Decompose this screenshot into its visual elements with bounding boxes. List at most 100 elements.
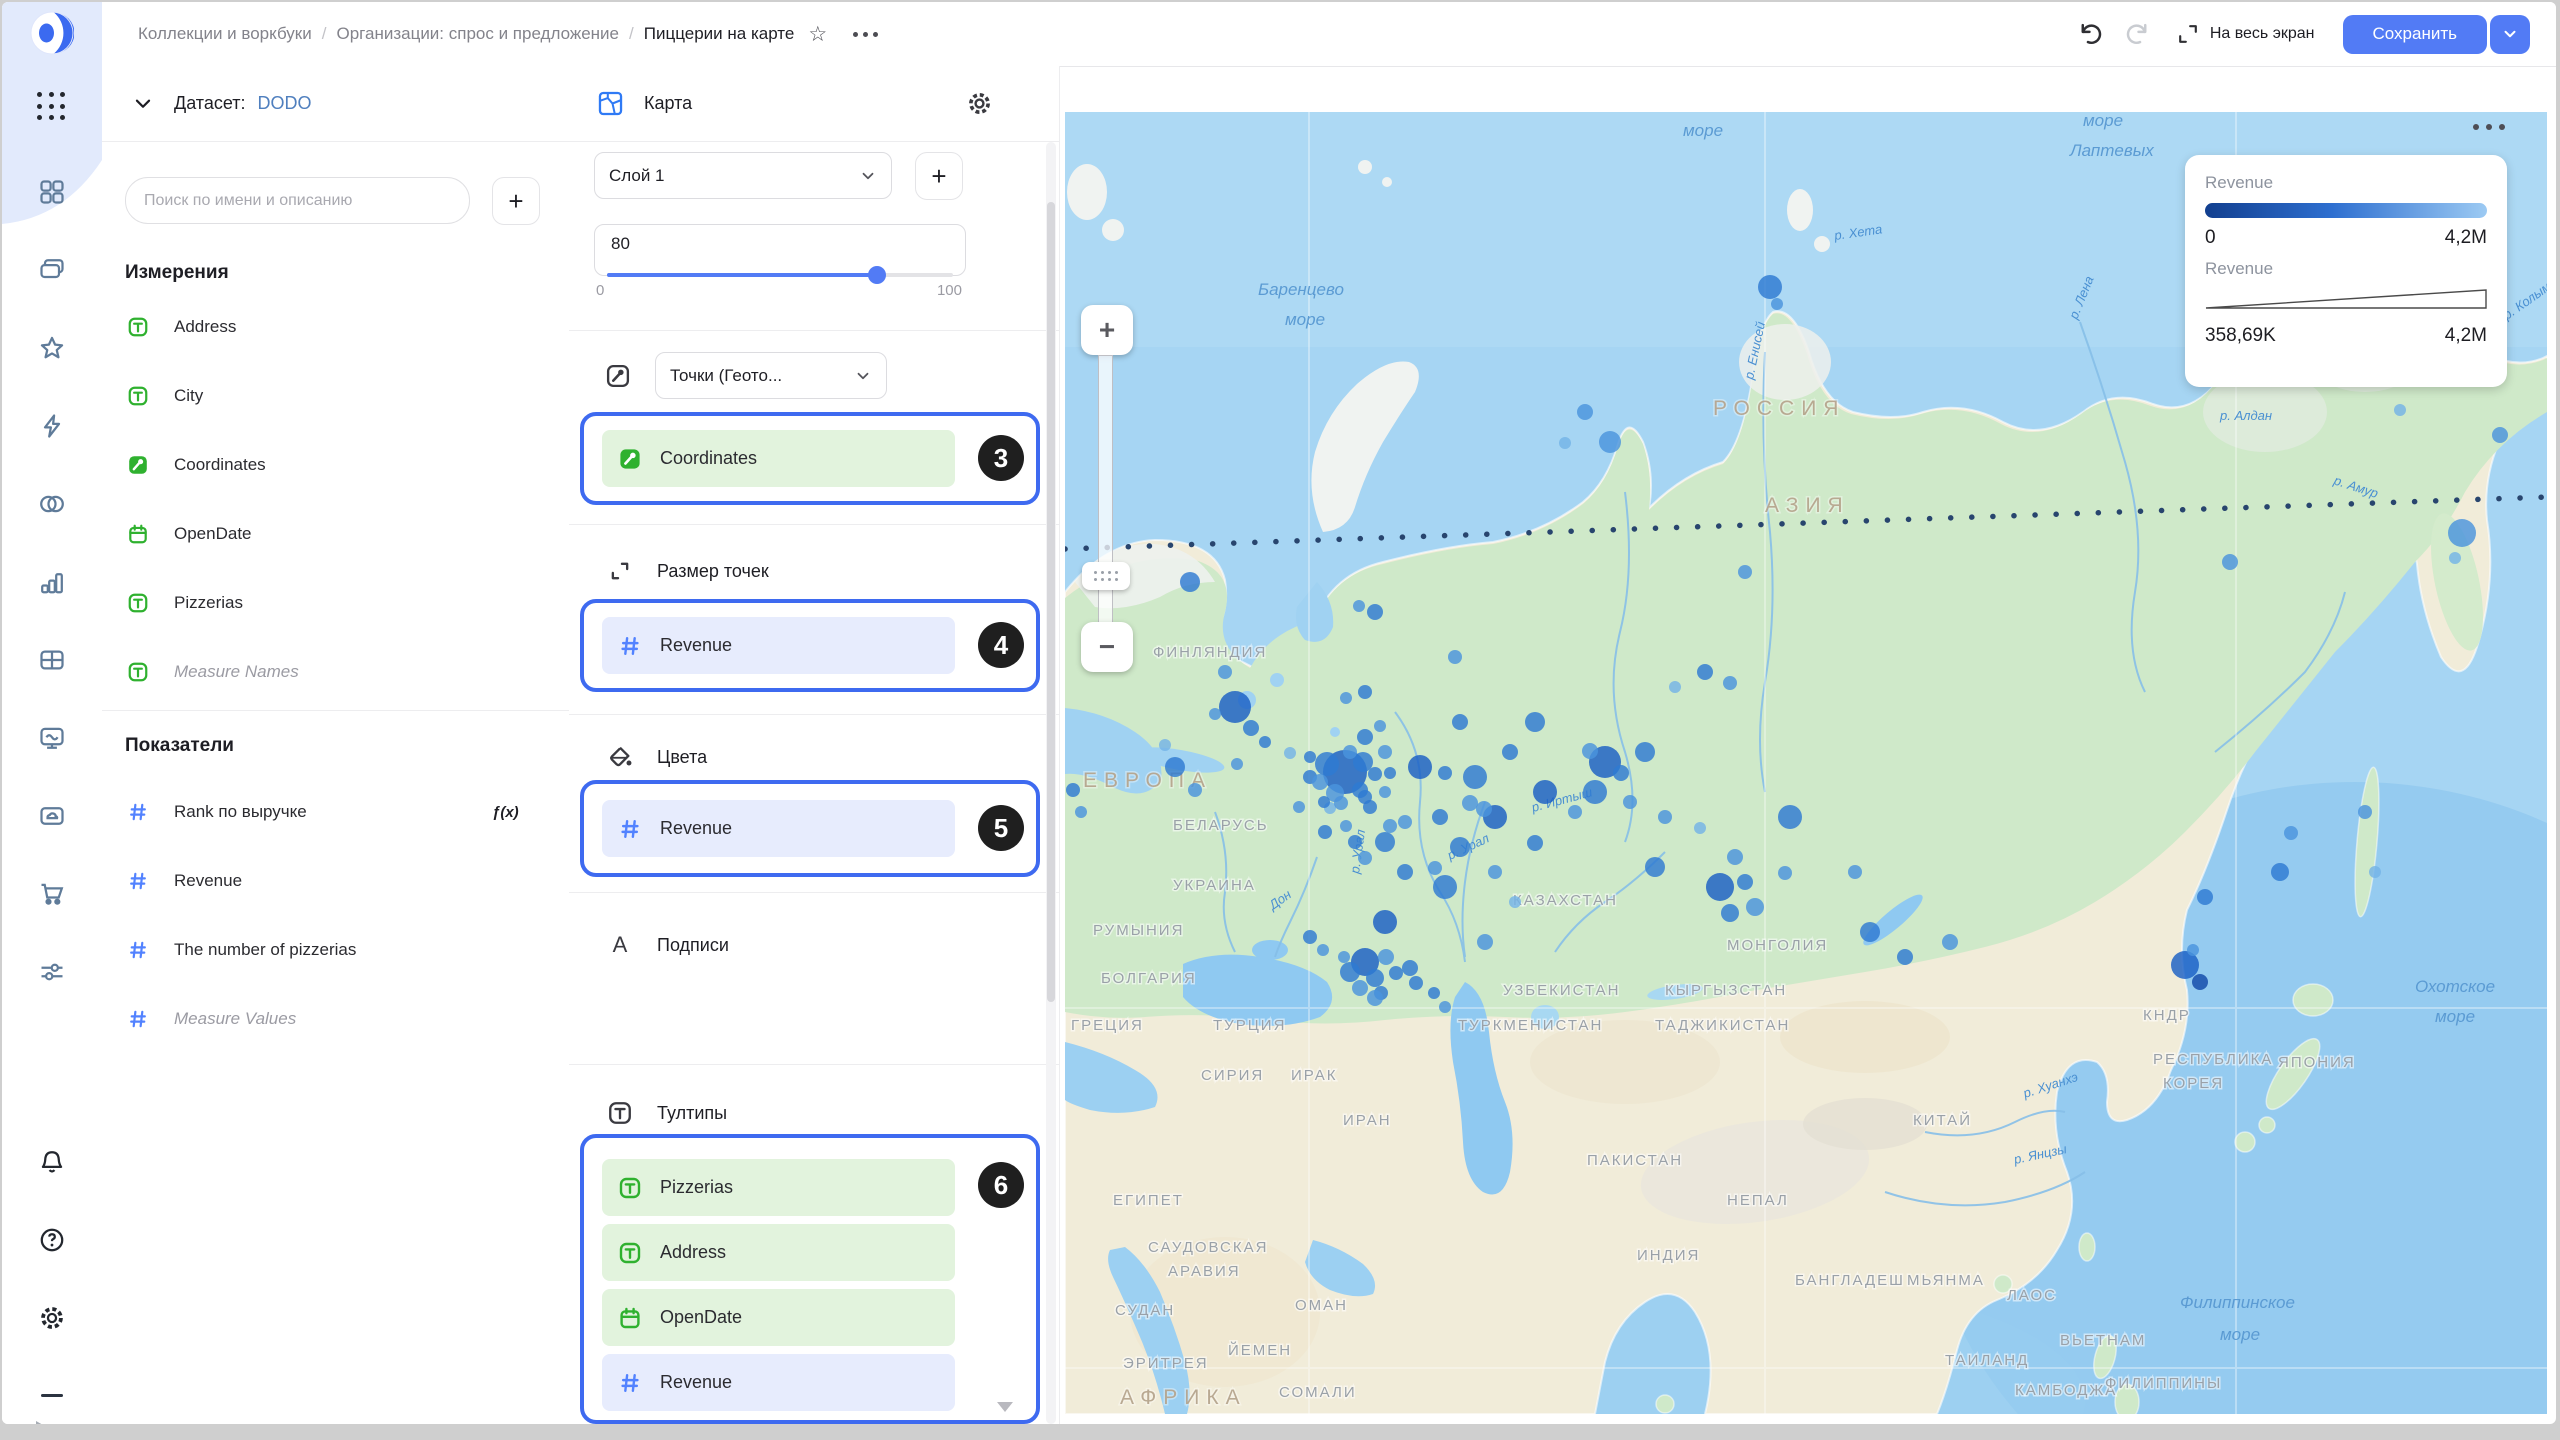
- map-point[interactable]: [1317, 944, 1329, 956]
- map-point[interactable]: [1778, 866, 1792, 880]
- map-point[interactable]: [1358, 851, 1372, 865]
- map-point[interactable]: [1231, 758, 1243, 770]
- map-point[interactable]: [1462, 795, 1478, 811]
- map-point[interactable]: [1669, 681, 1681, 693]
- help-icon[interactable]: [38, 1226, 66, 1254]
- map-point[interactable]: [1438, 766, 1452, 780]
- map-point[interactable]: [1533, 780, 1557, 804]
- map-point[interactable]: [1159, 739, 1171, 751]
- map-point[interactable]: [1368, 767, 1382, 781]
- map-point[interactable]: [1658, 810, 1672, 824]
- map-point[interactable]: [1433, 875, 1457, 899]
- field-pizzerias[interactable]: Pizzerias: [127, 589, 243, 617]
- field-opendate[interactable]: OpenDate: [127, 520, 252, 548]
- map-point[interactable]: [1348, 835, 1362, 849]
- map-point[interactable]: [1075, 806, 1087, 818]
- map-point[interactable]: [1577, 404, 1593, 420]
- map-point[interactable]: [1509, 896, 1521, 908]
- map-point[interactable]: [1746, 898, 1764, 916]
- collapse-rail-handle[interactable]: [41, 1394, 63, 1397]
- map-point[interactable]: [1367, 990, 1383, 1006]
- chip-revenue[interactable]: Revenue: [602, 617, 955, 674]
- save-dropdown-button[interactable]: [2490, 15, 2530, 54]
- field-revenue[interactable]: Revenue: [127, 867, 242, 895]
- map-point[interactable]: [1897, 949, 1913, 965]
- map-point[interactable]: [1209, 708, 1221, 720]
- datasets-icon[interactable]: [38, 490, 66, 518]
- map-point[interactable]: [1304, 751, 1316, 763]
- map-point[interactable]: [1723, 676, 1737, 690]
- zoom-slider-handle[interactable]: [1082, 562, 1130, 590]
- map-point[interactable]: [1188, 783, 1202, 797]
- gear-icon[interactable]: [38, 1304, 66, 1332]
- map-point[interactable]: [1432, 809, 1448, 825]
- map-point[interactable]: [1334, 796, 1348, 810]
- map-point[interactable]: [2271, 863, 2289, 881]
- map-point[interactable]: [1559, 437, 1571, 449]
- map-point[interactable]: [2284, 826, 2298, 840]
- redo-icon[interactable]: [2126, 21, 2152, 47]
- config-scrollbar[interactable]: [1046, 142, 1056, 1424]
- map-point[interactable]: [2187, 944, 2199, 956]
- map-point[interactable]: [1243, 720, 1259, 736]
- dashboard-icon[interactable]: [38, 178, 66, 206]
- map-point[interactable]: [2394, 404, 2406, 416]
- services-icon[interactable]: [38, 958, 66, 986]
- map-point[interactable]: [1635, 742, 1655, 762]
- map-point[interactable]: [1358, 685, 1372, 699]
- map-point[interactable]: [1721, 904, 1739, 922]
- map-point[interactable]: [1623, 795, 1637, 809]
- map-point[interactable]: [1378, 949, 1394, 965]
- map-point[interactable]: [1860, 922, 1880, 942]
- map-point[interactable]: [1694, 822, 1706, 834]
- map-point[interactable]: [1180, 572, 1200, 592]
- collections-icon[interactable]: [38, 256, 66, 284]
- map-point[interactable]: [1527, 835, 1543, 851]
- bell-icon[interactable]: [38, 1148, 66, 1176]
- chip-pizzerias[interactable]: Pizzerias: [602, 1159, 955, 1216]
- map-point[interactable]: [1358, 790, 1372, 804]
- add-field-button[interactable]: +: [492, 177, 540, 225]
- chip-address[interactable]: Address: [602, 1224, 955, 1281]
- map-point[interactable]: [1599, 431, 1621, 453]
- map-point[interactable]: [1397, 864, 1413, 880]
- map-point[interactable]: [1340, 692, 1352, 704]
- map-point[interactable]: [1439, 1001, 1451, 1013]
- field-rank-[interactable]: Rank по выручкеƒ(x): [127, 798, 307, 826]
- chip-revenue[interactable]: Revenue: [602, 1354, 955, 1411]
- charts-icon[interactable]: [38, 568, 66, 596]
- monitor-icon[interactable]: [38, 724, 66, 752]
- map-point[interactable]: [1318, 825, 1332, 839]
- map-point[interactable]: [1409, 976, 1423, 990]
- map-point[interactable]: [1727, 849, 1743, 865]
- map-point[interactable]: [2449, 552, 2461, 564]
- field-address[interactable]: Address: [127, 313, 236, 341]
- map-point[interactable]: [1389, 966, 1403, 980]
- map-point[interactable]: [1737, 874, 1753, 890]
- map-point[interactable]: [1942, 934, 1958, 950]
- map-point[interactable]: [1374, 720, 1386, 732]
- play-icon[interactable]: [36, 1421, 52, 1424]
- map-point[interactable]: [1384, 767, 1396, 779]
- map-point[interactable]: [2492, 427, 2508, 443]
- map-more-menu-icon[interactable]: [2473, 124, 2505, 130]
- map-point[interactable]: [1448, 650, 1462, 664]
- map-point[interactable]: [2358, 805, 2372, 819]
- map-point[interactable]: [1375, 832, 1395, 852]
- opacity-slider[interactable]: [607, 273, 953, 277]
- cloud-icon[interactable]: [38, 802, 66, 830]
- datalens-logo-icon[interactable]: [30, 11, 74, 55]
- collapse-dataset-icon[interactable]: [132, 93, 154, 115]
- map-point[interactable]: [1066, 783, 1080, 797]
- map-point[interactable]: [1738, 565, 1752, 579]
- map-point[interactable]: [1378, 745, 1392, 759]
- zoom-out-button[interactable]: −: [1081, 622, 1133, 672]
- map-point[interactable]: [1402, 960, 1418, 976]
- favorite-star-icon[interactable]: ☆: [808, 24, 827, 45]
- map-point[interactable]: [1357, 729, 1373, 745]
- map-point[interactable]: [2192, 974, 2208, 990]
- add-layer-button[interactable]: +: [915, 152, 963, 200]
- dataset-name-link[interactable]: DODO: [258, 93, 312, 114]
- map-point[interactable]: [1367, 604, 1383, 620]
- map-point[interactable]: [2448, 519, 2476, 547]
